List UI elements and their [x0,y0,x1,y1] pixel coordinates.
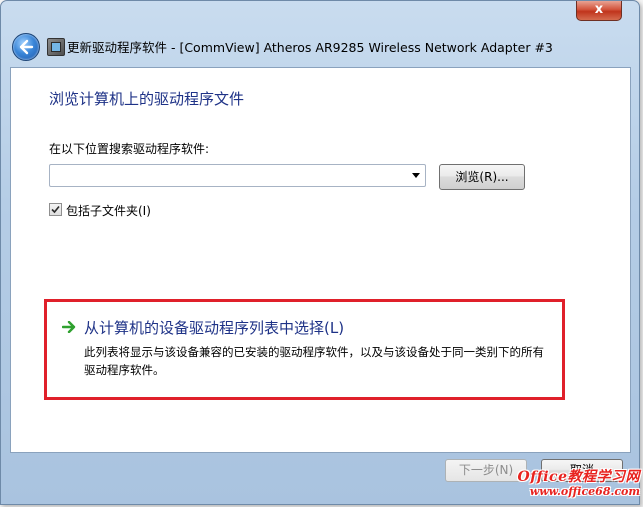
wizard-window: x 更新驱动程序软件 - [CommView] Atheros AR9285 W… [0,0,640,505]
window-title: 更新驱动程序软件 - [CommView] Atheros AR9285 Wir… [67,40,553,55]
option-title[interactable]: 从计算机的设备驱动程序列表中选择(L) [84,317,344,338]
watermark-title: Office教程学习网 [517,469,640,485]
back-button[interactable] [12,33,40,61]
device-manager-icon [47,38,65,56]
wizard-content: 浏览计算机上的驱动程序文件 在以下位置搜索驱动程序软件: 浏览(R)... 包括… [10,67,631,453]
include-subfolders-checkbox[interactable] [49,203,62,216]
browse-button[interactable]: 浏览(R)... [439,164,525,190]
option-description: 此列表将显示与该设备兼容的已安装的驱动程序软件，以及与该设备处于同一类别下的所有… [84,345,544,377]
pick-from-list-option[interactable]: 从计算机的设备驱动程序列表中选择(L) 此列表将显示与该设备兼容的已安装的驱动程… [44,299,565,400]
page-heading: 浏览计算机上的驱动程序文件 [49,90,245,108]
include-subfolders-label: 包括子文件夹(I) [66,204,151,218]
back-arrow-icon [19,39,34,55]
close-button[interactable]: x [576,1,622,21]
watermark: Office教程学习网 www.office68.com [498,469,641,499]
green-arrow-icon [62,321,76,333]
search-location-label: 在以下位置搜索驱动程序软件: [49,142,210,156]
checkmark-icon [51,205,60,214]
title-bar: 更新驱动程序软件 - [CommView] Atheros AR9285 Wir… [1,23,639,67]
close-icon: x [594,2,604,17]
watermark-url: www.office68.com [529,485,640,498]
path-combobox[interactable] [49,164,426,187]
chevron-down-icon[interactable] [412,173,420,178]
